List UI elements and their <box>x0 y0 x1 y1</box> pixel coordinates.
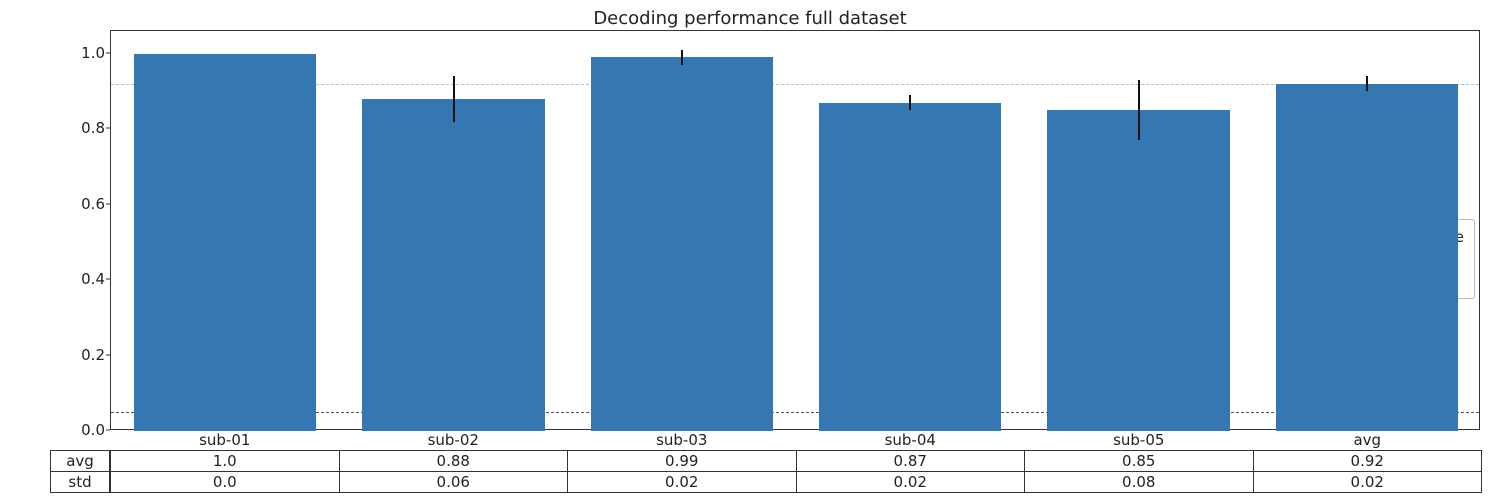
table-row-header-avg: avg <box>51 451 110 472</box>
errorbar-avg <box>1366 76 1368 91</box>
bar-sub-02 <box>362 99 545 431</box>
y-tick-label: 0.2 <box>60 346 105 364</box>
table-cell: 0.99 <box>568 451 797 472</box>
y-tick-label: 1.0 <box>60 44 105 62</box>
table-row-headers: avg std <box>50 430 110 493</box>
table-cell: 0.06 <box>339 472 568 493</box>
errorbar-sub-04 <box>909 95 911 110</box>
bar-sub-01 <box>134 54 317 431</box>
table-cell: 0.87 <box>796 451 1025 472</box>
x-tick-label: sub-05 <box>1113 431 1164 449</box>
x-tick-label: sub-04 <box>885 431 936 449</box>
table-cell: 0.02 <box>568 472 797 493</box>
errorbar-sub-02 <box>453 76 455 121</box>
x-tick-label: sub-03 <box>656 431 707 449</box>
bar-chart-figure: Decoding performance full dataset accura… <box>0 0 1500 500</box>
table-cell: 0.92 <box>1253 451 1482 472</box>
y-tick-label: 0.4 <box>60 270 105 288</box>
table-cell: 0.0 <box>111 472 340 493</box>
x-axis-table: sub-01 sub-02 sub-03 sub-04 sub-05 avg 1.00.88… <box>110 430 1482 493</box>
table-row-header-std: std <box>51 472 110 493</box>
y-tick-label: 0.8 <box>60 119 105 137</box>
table-cell: 0.08 <box>1025 472 1254 493</box>
bar-sub-05 <box>1047 110 1230 431</box>
errorbar-sub-03 <box>681 50 683 65</box>
errorbar-sub-05 <box>1138 80 1140 140</box>
x-tick-label: sub-02 <box>428 431 479 449</box>
x-tick-label: sub-01 <box>199 431 250 449</box>
bar-avg <box>1276 84 1459 431</box>
table-cell: 0.02 <box>796 472 1025 493</box>
table-cell: 0.02 <box>1253 472 1482 493</box>
table-cell: 0.88 <box>339 451 568 472</box>
y-tick-label: 0.6 <box>60 195 105 213</box>
bar-sub-04 <box>819 103 1002 431</box>
y-tick-label: 0.0 <box>60 421 105 439</box>
chart-title: Decoding performance full dataset <box>0 8 1500 29</box>
x-tick-label: avg <box>1353 431 1381 449</box>
table-cell: 1.0 <box>111 451 340 472</box>
plot-area: average chance eCCA <box>110 30 1480 430</box>
bar-sub-03 <box>591 57 774 431</box>
table-cell: 0.85 <box>1025 451 1254 472</box>
